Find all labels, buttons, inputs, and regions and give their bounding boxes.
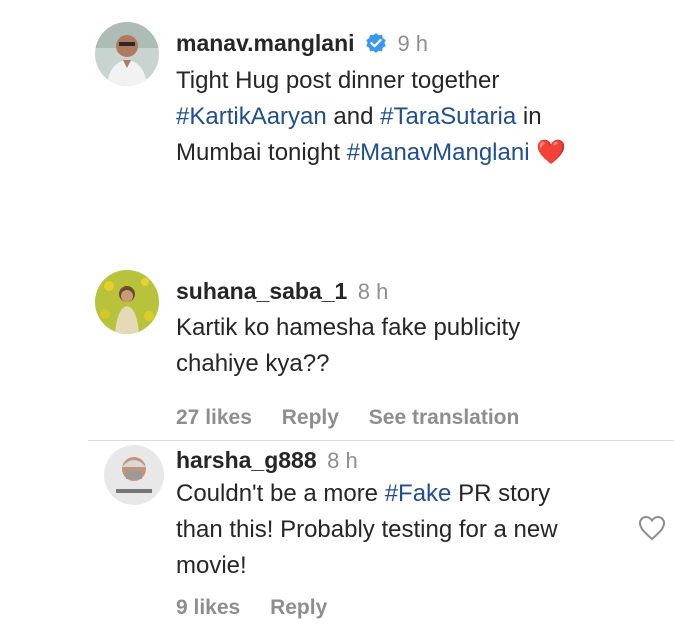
- reply-button[interactable]: Reply: [282, 406, 339, 429]
- username[interactable]: manav.manglani: [176, 30, 355, 56]
- see-translation-button[interactable]: See translation: [369, 406, 520, 429]
- hashtag-link[interactable]: #TaraSutaria: [380, 103, 516, 130]
- hashtag-link[interactable]: #Fake: [385, 480, 452, 507]
- avatar-suhana[interactable]: [95, 270, 159, 334]
- heart-emoji: ❤️: [529, 139, 567, 166]
- divider: [88, 440, 674, 441]
- text-line: #KartikAaryan and #TaraSutaria in: [176, 103, 542, 130]
- text-line: movie!: [176, 552, 247, 579]
- avatar-manav[interactable]: [95, 22, 159, 86]
- hashtag-link[interactable]: #KartikAaryan: [176, 103, 327, 130]
- text-line: Couldn't be a more #Fake PR story: [176, 480, 551, 507]
- comment-text: Couldn't be a more #Fake PR story than t…: [176, 476, 558, 584]
- verified-badge-icon: [365, 32, 387, 54]
- text-line: than this! Probably testing for a new: [176, 516, 558, 543]
- hashtag-link[interactable]: #ManavManglani: [347, 139, 530, 166]
- heart-outline-icon[interactable]: [638, 515, 666, 546]
- text-line: chahiye kya??: [176, 350, 330, 377]
- timestamp: 9 h: [397, 31, 429, 56]
- username[interactable]: harsha_g888: [176, 447, 317, 473]
- text-line: Tight Hug post dinner together: [176, 67, 500, 94]
- text-line: Kartik ko hamesha fake publicity: [176, 314, 521, 341]
- likes-count[interactable]: 9 likes: [176, 596, 240, 619]
- comment-text: Tight Hug post dinner together #KartikAa…: [176, 63, 566, 171]
- avatar-harsha[interactable]: [104, 445, 164, 505]
- likes-count[interactable]: 27 likes: [176, 406, 252, 429]
- username[interactable]: suhana_saba_1: [176, 278, 347, 304]
- text-line: Mumbai tonight #ManavManglani ❤️: [176, 139, 567, 166]
- timestamp: 8 h: [327, 448, 358, 473]
- timestamp: 8 h: [357, 279, 389, 304]
- reply-button[interactable]: Reply: [270, 596, 327, 619]
- comment-text: Kartik ko hamesha fake publicity chahiye…: [176, 310, 520, 382]
